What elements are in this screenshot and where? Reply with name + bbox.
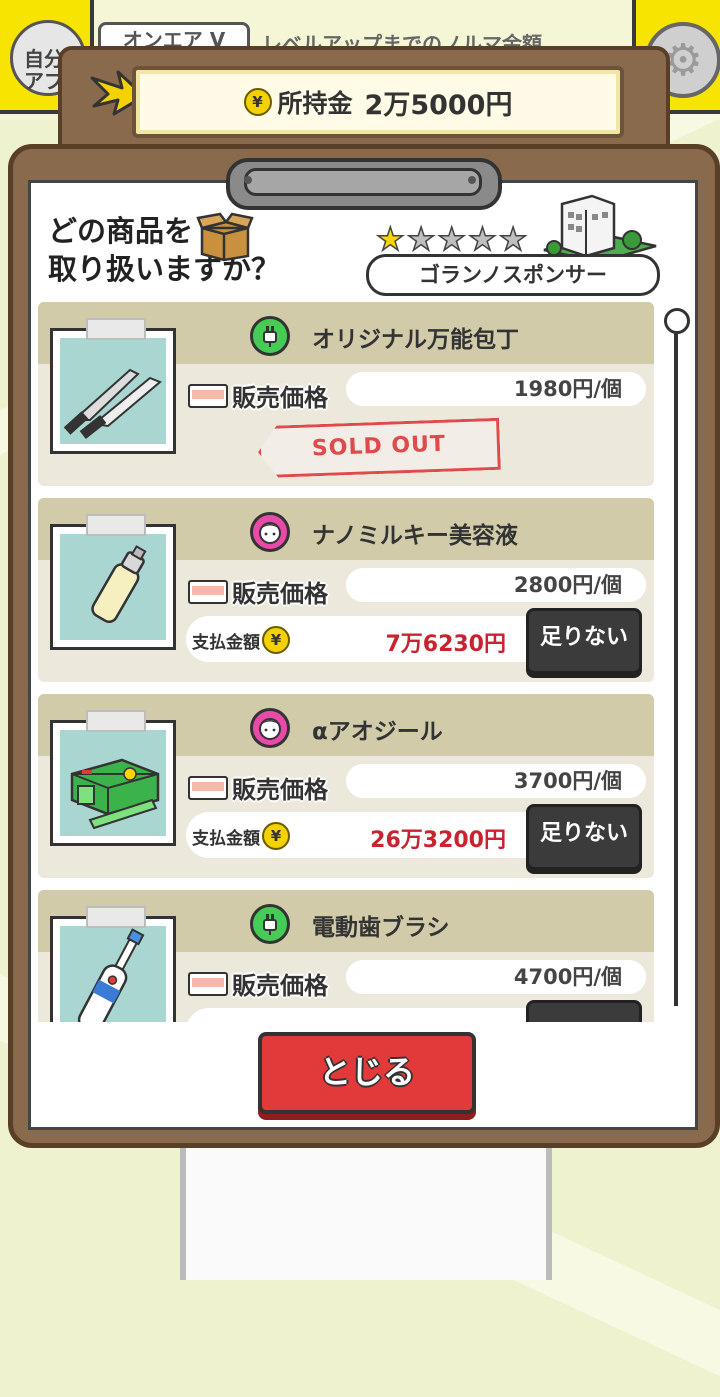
price-label: 販売価格 — [188, 770, 328, 805]
insufficient-button[interactable]: 足りない — [526, 804, 642, 870]
insufficient-button[interactable]: 足りない — [526, 608, 642, 674]
scrollbar-thumb[interactable] — [664, 308, 690, 334]
tape — [86, 710, 146, 732]
product-card[interactable]: ナノミルキー美容液 販売価格 2800円/個 支払金額 ¥ 7万6230円 足り… — [38, 498, 654, 682]
serum-bottle-icon — [91, 545, 147, 624]
price-label: 販売価格 — [188, 574, 328, 609]
tape — [86, 906, 146, 928]
price-label: 販売価格 — [188, 378, 328, 413]
star-empty-icon: ★ — [467, 220, 497, 258]
pay-label-text: 支払金額 — [192, 632, 260, 653]
pay-label-text: 支払金額 — [192, 828, 260, 849]
electric-toothbrush-icon — [77, 928, 145, 1022]
pay-label: 支払金額 ¥ — [192, 822, 290, 850]
price-label-text: 販売価格 — [232, 776, 328, 804]
yen-coin-icon: ¥ — [262, 626, 290, 654]
money-display: ¥ 所持金 2万5000円 — [132, 66, 624, 138]
star-empty-icon: ★ — [437, 220, 467, 258]
price-label-text: 販売価格 — [232, 580, 328, 608]
sponsor-label: ゴランノスポンサー — [366, 254, 660, 296]
clipboard-stand — [180, 1130, 552, 1280]
product-name: 電動歯ブラシ — [312, 915, 450, 941]
scrollbar-track[interactable] — [674, 318, 678, 1006]
plug-icon — [250, 316, 290, 356]
rating-stars: ★ ★ ★ ★ ★ — [375, 220, 528, 258]
book-icon — [188, 971, 228, 996]
close-button[interactable]: とじる — [258, 1032, 476, 1114]
book-icon — [188, 383, 228, 408]
star-filled-icon: ★ — [375, 220, 405, 258]
rivet-icon — [244, 176, 252, 184]
rivet-icon — [468, 176, 476, 184]
price-label: 販売価格 — [188, 966, 328, 1001]
plug-icon — [250, 904, 290, 944]
star-empty-icon: ★ — [406, 220, 436, 258]
product-name: αアオジール — [312, 719, 443, 745]
price-label-text: 販売価格 — [232, 384, 328, 412]
product-card[interactable]: αアオジール 販売価格 3700円/個 支払金額 ¥ 26万3200円 足りない — [38, 694, 654, 878]
product-photo — [50, 720, 176, 846]
price-value: 2800円/個 — [346, 568, 646, 602]
money-label: 所持金 — [277, 89, 353, 118]
product-photo — [50, 916, 176, 1022]
tape — [86, 318, 146, 340]
price-value: 3700円/個 — [346, 764, 646, 798]
tape — [86, 514, 146, 536]
cardboard-box-icon — [196, 212, 254, 262]
product-card[interactable]: オリジナル万能包丁 販売価格 1980円/個 SOLD OUT — [38, 302, 654, 486]
clipboard-clip-inner — [244, 168, 482, 196]
money-value: 2万5000円 — [364, 89, 513, 121]
pay-value: 7万6230円 — [385, 632, 506, 657]
insufficient-button[interactable] — [526, 1000, 642, 1022]
yen-coin-icon: ¥ — [243, 88, 272, 116]
product-card[interactable]: 電動歯ブラシ 販売価格 4700円/個 — [38, 890, 654, 1022]
product-photo — [50, 524, 176, 650]
book-icon — [188, 579, 228, 604]
product-name: オリジナル万能包丁 — [312, 327, 519, 353]
price-value: 1980円/個 — [346, 372, 646, 406]
face-icon — [250, 512, 290, 552]
product-name: ナノミルキー美容液 — [312, 523, 518, 549]
kitchen-knife-icon — [63, 368, 162, 439]
pay-pill — [186, 1008, 546, 1022]
product-photo — [50, 328, 176, 454]
yen-coin-icon: ¥ — [262, 822, 290, 850]
price-value: 4700円/個 — [346, 960, 646, 994]
aojiru-box-icon — [70, 758, 160, 830]
pay-label: 支払金額 ¥ — [192, 626, 290, 654]
sold-out-tag: SOLD OUT — [257, 418, 501, 478]
price-label-text: 販売価格 — [232, 972, 328, 1000]
face-icon — [250, 708, 290, 748]
star-empty-icon: ★ — [498, 220, 528, 258]
pay-value: 26万3200円 — [370, 828, 506, 853]
product-list[interactable]: オリジナル万能包丁 販売価格 1980円/個 SOLD OUT ナノミルキー美容… — [38, 302, 654, 1022]
book-icon — [188, 775, 228, 800]
